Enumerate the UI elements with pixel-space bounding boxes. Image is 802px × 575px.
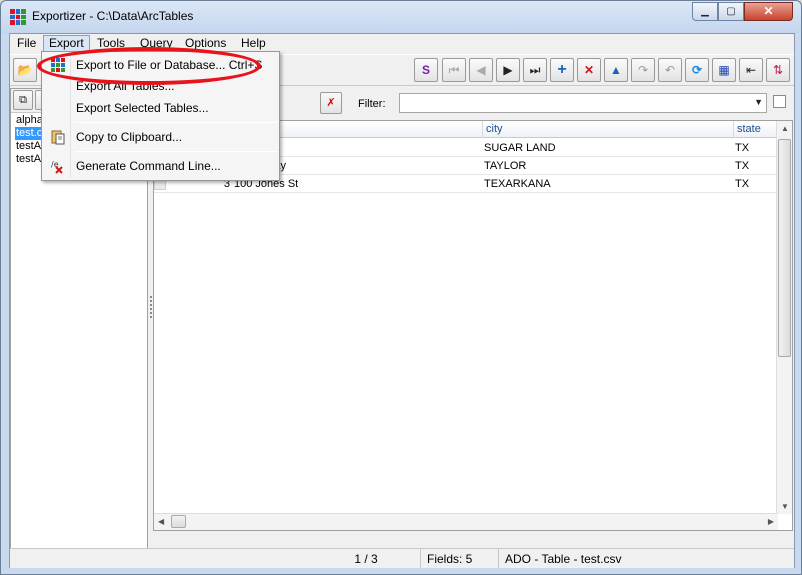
menu-item-export-selected-tables[interactable]: Export Selected Tables... <box>44 98 277 118</box>
app-window: Exportizer - C:\Data\ArcTables ▁ ▢ ✕ Fil… <box>0 0 802 575</box>
menu-item-label: Export to File or Database... Ctrl+S <box>76 58 263 72</box>
maximize-button[interactable]: ▢ <box>718 2 744 21</box>
menu-item-label: Generate Command Line... <box>76 159 221 173</box>
menu-item-label: Copy to Clipboard... <box>76 130 183 144</box>
menu-query[interactable]: Query <box>135 35 178 52</box>
scroll-down-icon[interactable]: ▼ <box>781 502 789 511</box>
export-grid-icon <box>50 57 66 73</box>
menu-item-generate-command-line[interactable]: /e Generate Command Line... <box>44 156 277 176</box>
export-menu: Export to File or Database... Ctrl+S Exp… <box>41 51 280 181</box>
refresh-icon[interactable]: ⟳ <box>685 58 709 82</box>
menu-separator <box>74 151 277 152</box>
column-header-city[interactable]: city <box>482 121 733 138</box>
menu-item-label: Export All Tables... <box>76 79 175 93</box>
vertical-scrollbar[interactable]: ▲ ▼ <box>776 121 792 514</box>
menu-tools[interactable]: Tools <box>92 35 130 52</box>
cell-state: TX <box>735 178 750 190</box>
post-edit-icon[interactable]: ↷ <box>631 58 655 82</box>
prior-record-icon[interactable]: ◀ <box>469 58 493 82</box>
grid-view-icon[interactable]: ▦ <box>712 58 736 82</box>
cell-state: TX <box>735 160 750 172</box>
scroll-right-icon[interactable]: ▶ <box>768 517 774 526</box>
chevron-down-icon: ▼ <box>754 97 763 107</box>
sql-icon[interactable]: S <box>414 58 438 82</box>
window-title: Exportizer - C:\Data\ArcTables <box>32 9 194 23</box>
sort-icon[interactable]: ⇅ <box>766 58 790 82</box>
menu-separator <box>74 122 277 123</box>
menu-item-export-all-tables[interactable]: Export All Tables... <box>44 76 277 96</box>
status-fields: Fields: 5 <box>420 549 498 569</box>
menu-export[interactable]: Export <box>43 35 90 52</box>
command-line-icon: /e <box>50 158 66 174</box>
filter-input[interactable]: ▼ <box>399 93 767 113</box>
scroll-left-icon[interactable]: ◀ <box>158 517 164 526</box>
insert-record-icon[interactable]: + <box>550 58 574 82</box>
menu-options[interactable]: Options <box>180 35 231 52</box>
menu-item-label: Export Selected Tables... <box>76 101 209 115</box>
menu-help[interactable]: Help <box>236 35 271 52</box>
last-record-icon[interactable]: ⏭ <box>523 58 547 82</box>
cell-city: SUGAR LAND <box>484 142 556 154</box>
app-grid-icon <box>10 9 26 25</box>
copy-icon[interactable]: ⧉ <box>13 90 33 110</box>
edit-record-icon[interactable]: ▲ <box>604 58 628 82</box>
first-record-icon[interactable]: ⏮ <box>442 58 466 82</box>
status-record-position: 1 / 3 <box>354 552 378 566</box>
status-source: ADO - Table - test.csv <box>498 549 794 569</box>
clipboard-icon <box>50 129 66 145</box>
next-record-icon[interactable]: ▶ <box>496 58 520 82</box>
menu-item-export-to-file[interactable]: Export to File or Database... Ctrl+S <box>44 55 277 75</box>
cell-city: TAYLOR <box>484 160 527 172</box>
title-bar[interactable]: Exportizer - C:\Data\ArcTables ▁ ▢ ✕ <box>1 1 801 33</box>
cell-state: TX <box>735 142 750 154</box>
clear-filter-icon[interactable]: ✗ <box>320 92 342 114</box>
open-folder-icon[interactable]: 📂 <box>13 58 37 82</box>
minimize-button[interactable]: ▁ <box>692 2 718 21</box>
column-header-state[interactable]: state <box>733 121 779 138</box>
filter-checkbox[interactable] <box>773 95 786 108</box>
menu-file[interactable]: File <box>12 35 41 52</box>
vertical-scroll-thumb[interactable] <box>778 139 791 357</box>
horizontal-scroll-thumb[interactable] <box>171 515 186 528</box>
menu-item-copy-to-clipboard[interactable]: Copy to Clipboard... <box>44 127 277 147</box>
status-bar: 1 / 3 Fields: 5 ADO - Table - test.csv <box>10 548 794 569</box>
horizontal-scrollbar[interactable]: ◀ ▶ <box>154 513 778 530</box>
cancel-edit-icon[interactable]: ↶ <box>658 58 682 82</box>
scroll-up-icon[interactable]: ▲ <box>781 124 789 133</box>
fit-columns-icon[interactable]: ⇤ <box>739 58 763 82</box>
filter-label: Filter: <box>358 98 386 110</box>
cell-city: TEXARKANA <box>484 178 551 190</box>
close-button[interactable]: ✕ <box>744 2 793 21</box>
delete-record-icon[interactable]: ✕ <box>577 58 601 82</box>
data-grid: city state SUGAR LAND TX lway TAYLOR TX … <box>153 120 793 531</box>
